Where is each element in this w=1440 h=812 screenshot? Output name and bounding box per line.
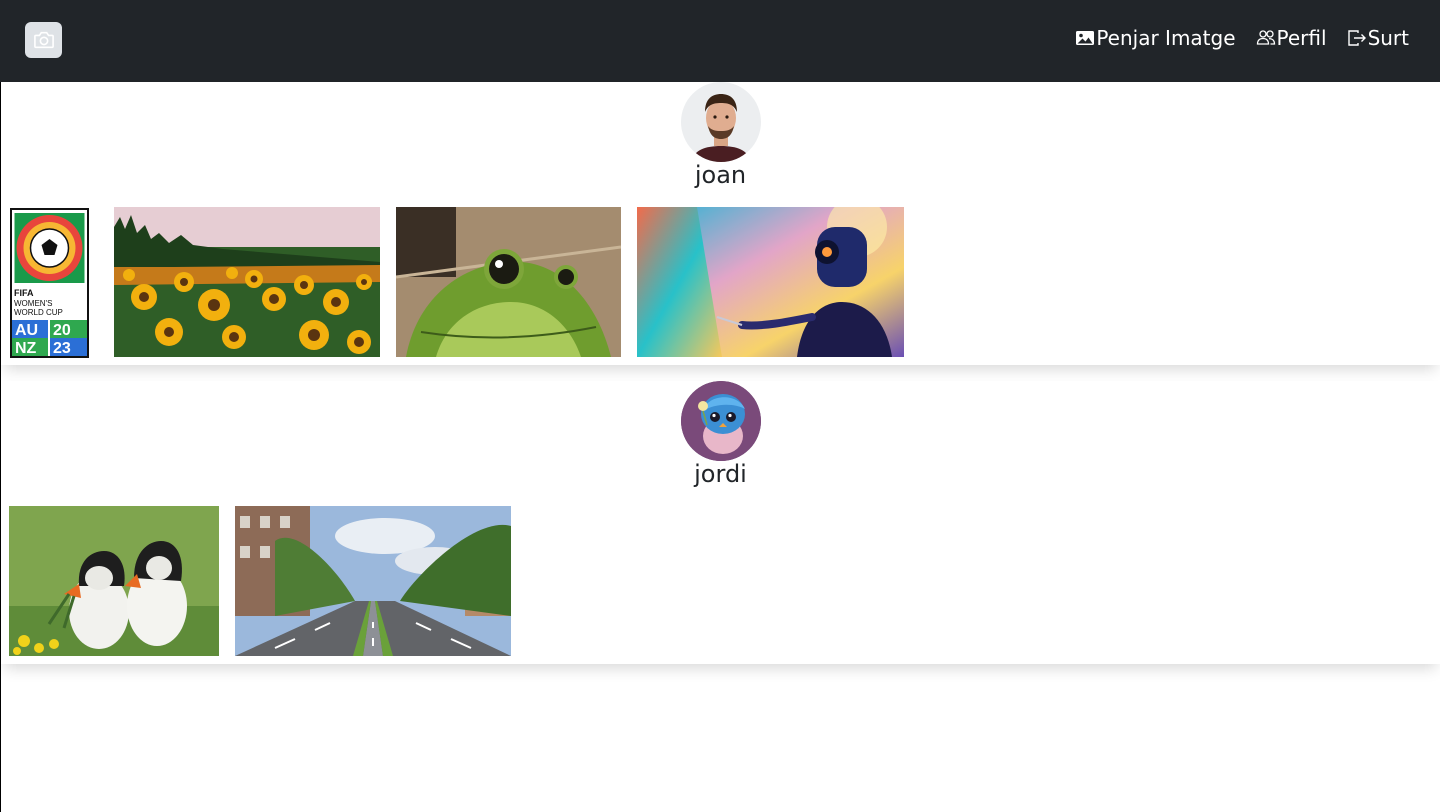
upload-image-link[interactable]: Penjar Imatge [1075, 26, 1236, 50]
avatar-image [681, 381, 761, 461]
profile-link[interactable]: Perfil [1256, 26, 1327, 50]
logo-text-au: AU [15, 322, 38, 339]
photo-fifa-logo[interactable]: FIFA WOMEN'S WORLD CUP AU NZ 20 23 [10, 208, 89, 358]
logo-text-womens: WOMEN'S [14, 299, 52, 308]
logo-text-23: 23 [53, 340, 71, 357]
photo-puffins[interactable] [9, 506, 219, 656]
profile-label: Perfil [1276, 26, 1327, 50]
photo-frog[interactable] [396, 207, 621, 357]
people-icon [1256, 30, 1275, 45]
photo-sunflowers[interactable] [114, 207, 380, 357]
upload-image-label: Penjar Imatge [1096, 26, 1236, 50]
avatar[interactable] [681, 82, 761, 162]
brand-button[interactable] [25, 22, 62, 58]
username-jordi: jordi [694, 460, 747, 488]
logo-text-20: 20 [53, 322, 71, 339]
logo-text-world-cup: WORLD CUP [14, 308, 63, 317]
user-card-joan: joan FIFA WOMEN'S WORLD CUP AU NZ 20 23 [1, 82, 1440, 365]
avatar-image [681, 82, 761, 162]
user-card-jordi: jordi [1, 381, 1440, 664]
logo-text-fifa: FIFA [14, 288, 34, 298]
navbar: Penjar Imatge Perfil Surt [0, 0, 1440, 82]
photo-tree-lined-road[interactable] [235, 506, 511, 656]
avatar[interactable] [681, 381, 761, 461]
logout-label: Surt [1367, 26, 1409, 50]
image-icon [1076, 31, 1095, 45]
photo-robot-painter[interactable] [637, 207, 904, 357]
logout-icon [1347, 30, 1366, 46]
logout-link[interactable]: Surt [1347, 26, 1409, 50]
username-joan: joan [694, 161, 747, 189]
logo-text-nz: NZ [15, 340, 37, 357]
camera-icon [33, 31, 54, 49]
